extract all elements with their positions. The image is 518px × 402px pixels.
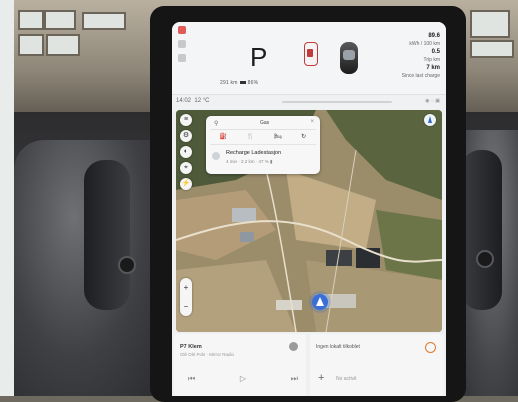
category-hotel-icon[interactable]: 🛏 — [274, 133, 282, 140]
navigation-map[interactable]: ≡ ⚙ ◐ ⌖ ⚡ + − ⚲ Gas × ⛽ 🍴 🛏 ↻ Recharge L — [176, 110, 442, 332]
alert-icon[interactable] — [178, 26, 186, 34]
trip-stats: 89.6 kWh / 100 km 0.5 Trip km 7 km Since la… — [402, 32, 440, 80]
range-readout: 291 km 86% — [220, 80, 258, 86]
result-details: 4 min · 2.2 km · 47 % ▮ — [226, 159, 273, 164]
wiper-icon[interactable] — [178, 54, 186, 62]
stat-value: 7 km — [426, 65, 440, 71]
window — [44, 10, 76, 30]
window — [18, 34, 44, 56]
category-row: ⛽ 🍴 🛏 ↻ — [210, 133, 316, 140]
car-icon[interactable] — [340, 42, 358, 74]
stat-label: Since last charge — [401, 73, 440, 79]
lights-icon[interactable] — [178, 40, 186, 48]
header-side-icons — [178, 26, 188, 68]
battery-percent: 86% — [247, 80, 259, 86]
center-display: P 291 km 86% 89.6 kWh / 100 km 0.5 Trip km … — [172, 22, 446, 396]
media-source-icon[interactable] — [289, 342, 298, 351]
air-vent-left — [84, 160, 130, 310]
phone-icon[interactable] — [425, 342, 436, 353]
stat-label: kWh / 100 km — [409, 41, 440, 47]
zoom-out-button[interactable]: − — [180, 297, 192, 316]
stat-value: 89.6 — [428, 33, 440, 39]
window — [46, 34, 80, 56]
search-bar[interactable]: ⚲ Gas × — [210, 119, 316, 130]
close-icon[interactable]: × — [310, 119, 314, 125]
vent-knob-left[interactable] — [118, 256, 136, 274]
map-layers-icon[interactable]: ≡ — [180, 114, 192, 126]
vehicle-header: P 291 km 86% 89.6 kWh / 100 km 0.5 Trip km … — [172, 22, 446, 94]
compass-icon[interactable] — [424, 114, 436, 126]
search-label: Gas — [260, 120, 270, 126]
stat-row: 7 km Since last charge — [402, 64, 440, 80]
status-icons: ◉ ◌ ▣ — [425, 98, 440, 104]
status-slider[interactable] — [282, 101, 392, 103]
next-track-button[interactable]: ⏭ — [291, 374, 298, 384]
result-title[interactable]: Recharge Ladestasjon — [226, 150, 281, 156]
add-button[interactable]: + — [318, 372, 324, 384]
stat-value: 0.5 — [431, 49, 440, 55]
status-bar: 14:02 12 °C ◉ ◌ ▣ — [172, 94, 446, 109]
stat-label: Trip km — [423, 57, 440, 63]
map-traffic-icon[interactable]: ◐ — [180, 146, 192, 158]
gear-indicator: P — [250, 42, 268, 72]
map-settings-icon[interactable]: ⚙ — [180, 130, 192, 142]
zoom-control: + − — [180, 278, 192, 316]
media-player: P7 Klem Olé Olé Pols · Mirror Radio ⏮ ▷ … — [174, 334, 306, 396]
map-charge-icon[interactable]: ⚡ — [180, 178, 192, 190]
range-value: 291 km — [220, 80, 238, 86]
air-vent-right — [462, 150, 502, 310]
left-wall — [0, 0, 14, 396]
previous-track-button[interactable]: ⏮ — [188, 374, 195, 384]
vehicle-position-icon — [312, 294, 328, 310]
window — [82, 12, 126, 30]
charging-station-icon — [212, 152, 220, 160]
panel-title: Ingen lokalt tilkoblet — [316, 344, 360, 350]
divider — [210, 144, 316, 145]
category-more-icon[interactable]: ↻ — [301, 133, 306, 140]
zoom-in-button[interactable]: + — [180, 278, 192, 297]
devices-panel: Ingen lokalt tilkoblet + No activit — [310, 334, 444, 396]
location-pin-icon: ⚲ — [214, 121, 219, 127]
battery-icon — [239, 81, 246, 85]
category-food-icon[interactable]: 🍴 — [247, 133, 254, 140]
media-controls: ⏮ ▷ ⏭ — [188, 374, 298, 384]
stat-row: 0.5 Trip km — [402, 48, 440, 64]
window — [18, 10, 44, 30]
status-time: 14:02 12 °C — [176, 98, 210, 104]
media-subtitle: Olé Olé Pols · Mirror Radio — [180, 352, 235, 357]
search-card: ⚲ Gas × ⛽ 🍴 🛏 ↻ Recharge Ladestasjon 4 m… — [206, 116, 320, 174]
media-title: P7 Klem — [180, 344, 202, 350]
panel-hint: No activit — [336, 376, 357, 382]
window — [470, 40, 514, 58]
vent-knob-right[interactable] — [476, 250, 494, 268]
map-pin-icon[interactable]: ⌖ — [180, 162, 192, 174]
door-open-icon[interactable] — [304, 42, 318, 66]
stat-row: 89.6 kWh / 100 km — [402, 32, 440, 48]
window — [470, 10, 510, 38]
category-fuel-icon[interactable]: ⛽ — [220, 133, 227, 140]
play-button[interactable]: ▷ — [240, 374, 246, 384]
